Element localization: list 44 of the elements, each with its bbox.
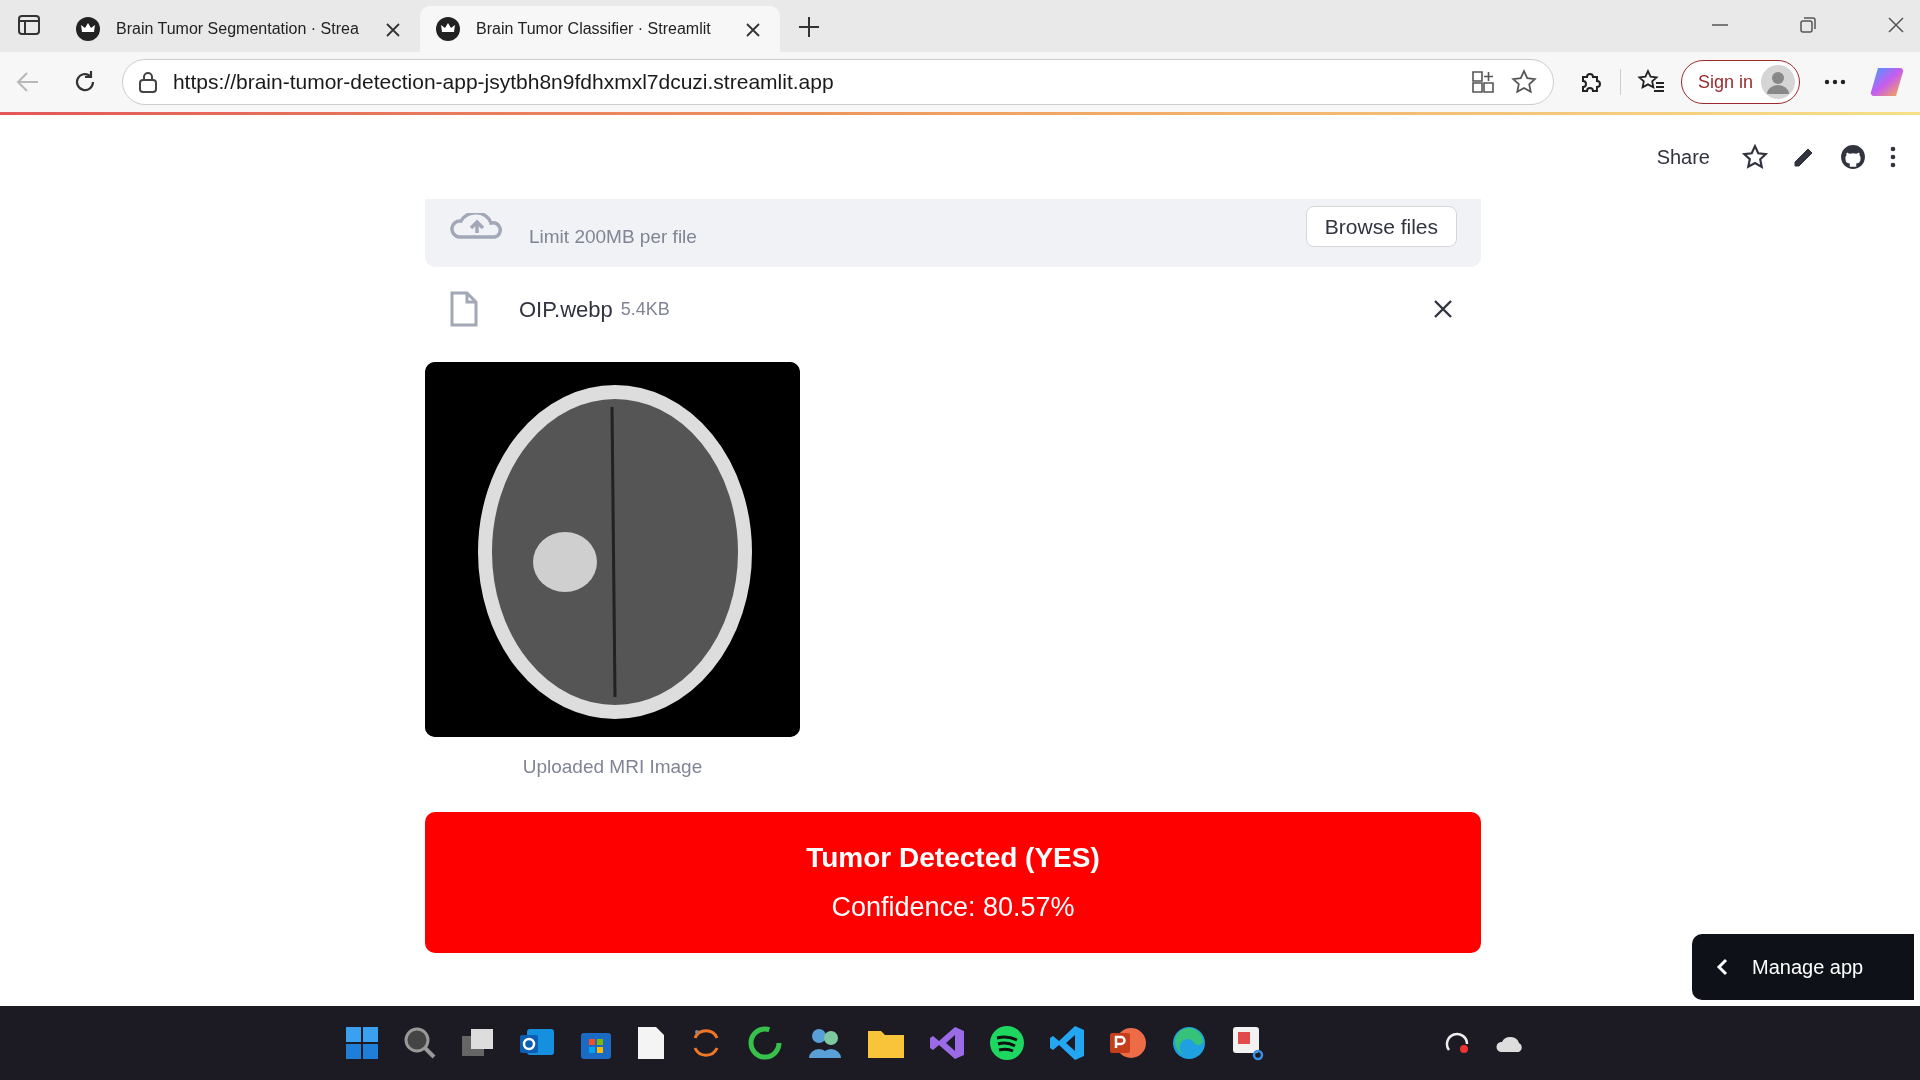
presentation-app-icon[interactable] [1109, 1026, 1147, 1060]
file-name: OIP.webp [519, 295, 613, 324]
file-size: 5.4KB [620, 297, 670, 321]
manage-app-button[interactable]: Manage app [1692, 934, 1914, 1000]
confidence-text: Confidence: 80.57% [831, 890, 1075, 924]
browser-tab[interactable]: Brain Tumor Classifier · Streamlit [420, 6, 780, 52]
url-text: https://brain-tumor-detection-app-jsytbh8n9fdhxmxl7dcuzi.streamlit.app [172, 69, 834, 96]
sidebar-toggle-icon[interactable] [18, 15, 40, 35]
more-options-icon[interactable] [1824, 79, 1847, 85]
document-icon[interactable] [637, 1026, 665, 1060]
browser-tab[interactable]: Brain Tumor Segmentation · Strea [60, 6, 420, 52]
avatar-icon [1761, 65, 1796, 99]
task-view-icon[interactable] [461, 1028, 495, 1058]
close-icon[interactable] [1433, 299, 1453, 319]
file-uploader-dropzone[interactable]: Limit 200MB per file Browse files [425, 199, 1481, 267]
github-logo-icon[interactable] [1840, 144, 1866, 170]
crown-logo-icon [76, 17, 100, 41]
people-app-icon[interactable] [807, 1026, 843, 1060]
upload-limit-text: Limit 200MB per file [529, 224, 697, 249]
image-caption: Uploaded MRI Image [521, 755, 704, 779]
cloud-upload-icon [449, 213, 505, 239]
tab-title: Brain Tumor Classifier · Streamlit [476, 19, 712, 39]
star-icon[interactable] [1742, 144, 1768, 170]
close-icon[interactable] [1888, 17, 1904, 33]
favorite-star-icon[interactable] [1511, 69, 1538, 95]
vertical-more-icon[interactable] [1890, 146, 1896, 168]
crown-logo-icon [436, 17, 460, 41]
browse-files-button[interactable]: Browse files [1305, 205, 1457, 247]
file-icon [449, 291, 479, 327]
ring-app-icon[interactable] [747, 1025, 783, 1061]
address-bar[interactable]: https://brain-tumor-detection-app-jsytbh8n9fdhxmxl7dcuzi.streamlit.app [121, 59, 1555, 105]
share-link[interactable]: Share [1656, 142, 1710, 172]
chevron-left-icon [1716, 958, 1728, 976]
favorites-list-icon[interactable] [1637, 69, 1666, 95]
app-grid-icon[interactable] [1471, 70, 1496, 94]
sign-in-button[interactable]: Sign in [1681, 60, 1801, 104]
restore-icon[interactable] [1800, 17, 1816, 33]
new-tab-icon[interactable] [798, 16, 820, 38]
search-icon[interactable] [403, 1026, 437, 1060]
lock-icon [138, 71, 157, 93]
result-title: Tumor Detected (YES) [806, 840, 1100, 875]
tab-title: Brain Tumor Segmentation · Strea [116, 19, 360, 39]
spotify-icon[interactable] [989, 1025, 1025, 1061]
windows-start-icon[interactable] [345, 1026, 379, 1060]
